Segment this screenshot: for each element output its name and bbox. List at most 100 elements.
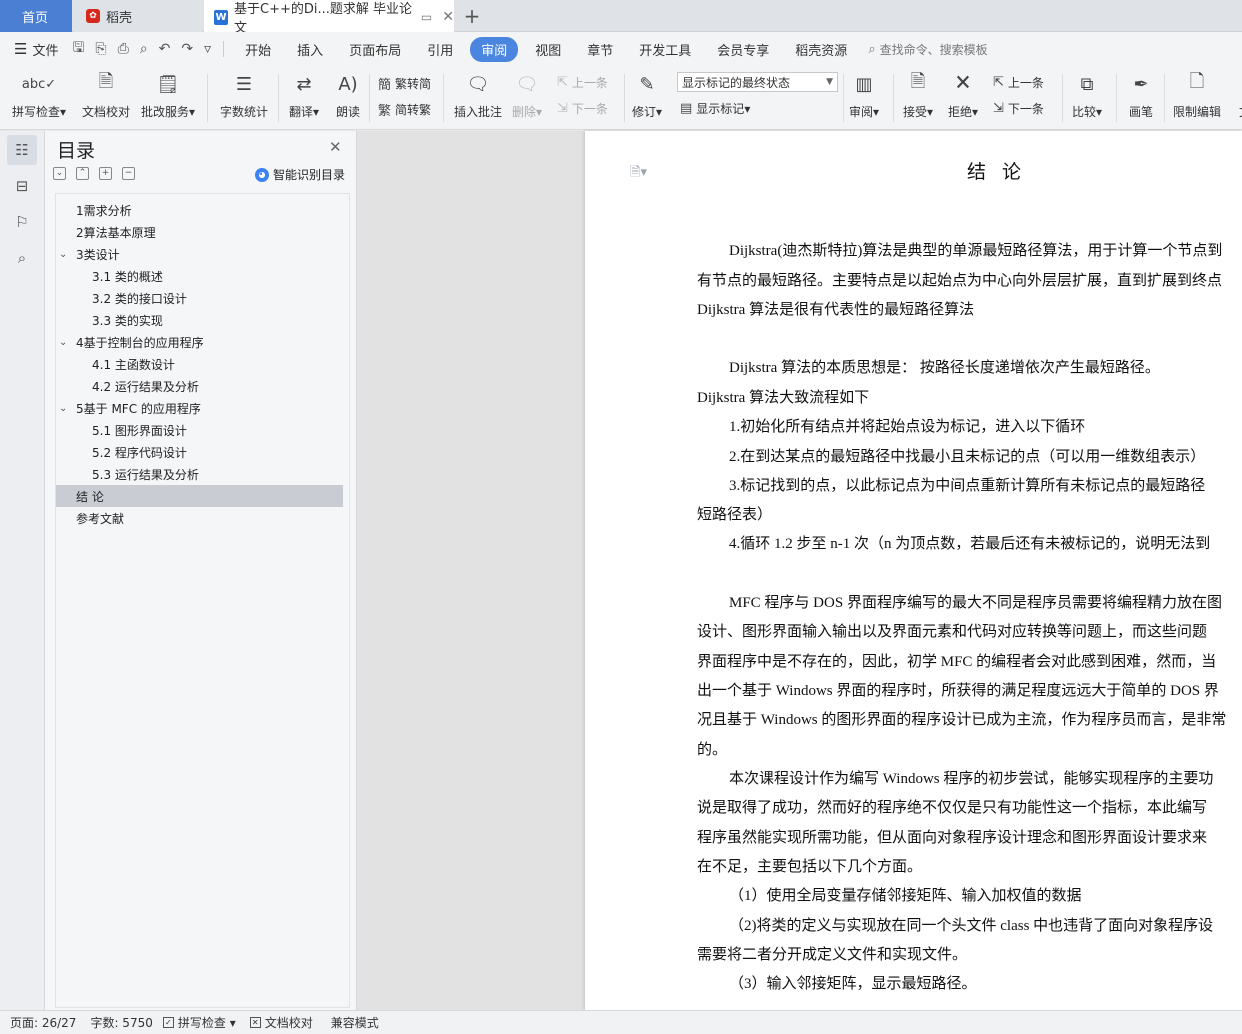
divider — [278, 74, 279, 122]
track-changes-button[interactable]: ✎ 修订▾ — [632, 70, 662, 120]
toc-item-label: 2算法基本原理 — [76, 225, 156, 240]
chevron-down-icon[interactable]: ⌄ — [59, 337, 67, 348]
toc-item[interactable]: 2算法基本原理 — [56, 221, 343, 243]
remove-heading-icon[interactable]: − — [122, 167, 135, 180]
export-pdf-icon[interactable]: ⎘ — [95, 41, 106, 57]
insert-comment-button[interactable]: 🗨 插入批注 — [454, 70, 502, 120]
add-heading-icon[interactable]: + — [99, 167, 112, 180]
toc-item[interactable]: 3.1 类的概述 — [56, 265, 343, 287]
menu-tab[interactable]: 引用 — [418, 37, 462, 62]
toc-item[interactable]: ⌄ 3类设计 — [56, 243, 343, 265]
status-spell-check[interactable]: ✓ 拼写检查 ▾ — [162, 1014, 236, 1031]
word-count-button[interactable]: ☰ 字数统计 — [220, 70, 268, 120]
menu-tab[interactable]: 审阅 — [470, 36, 519, 62]
compare-button[interactable]: ⧉ 比较▾ — [1072, 70, 1102, 120]
redo-icon[interactable]: ↷ — [181, 41, 193, 57]
pen-button[interactable]: ✒ 画笔 — [1127, 70, 1155, 120]
accept-button[interactable]: 🗎 接受▾ — [903, 70, 933, 120]
next-comment-button[interactable]: ⇲ 下一条 — [557, 100, 608, 117]
divider — [223, 41, 225, 57]
menu-tab[interactable]: 稻壳资源 — [786, 37, 856, 62]
next-change-button[interactable]: ⇲ 下一条 — [993, 100, 1044, 117]
ribbon-overflow-button[interactable]: 文 — [1231, 70, 1242, 120]
chevron-down-icon[interactable]: ⌄ — [59, 249, 67, 260]
word-count-label: 字数统计 — [220, 105, 269, 119]
toc-item[interactable]: 4.1 主函数设计 — [56, 353, 343, 375]
spell-check-button[interactable]: abc✓ 拼写检查▾ — [12, 70, 66, 120]
undo-icon[interactable]: ↶ — [159, 41, 171, 57]
toc-item[interactable]: ⌄ 5基于 MFC 的应用程序 — [56, 397, 343, 419]
close-icon[interactable]: ✕ — [329, 138, 342, 156]
menu-tab[interactable]: 视图 — [526, 37, 570, 62]
divider — [1062, 74, 1063, 122]
file-menu[interactable]: ☰ 文件 — [14, 40, 58, 59]
command-search[interactable]: ⌕ 查找命令、搜索模板 — [868, 41, 987, 58]
menu-tab[interactable]: 插入 — [288, 37, 332, 62]
chevron-down-icon[interactable]: ⌄ — [59, 403, 67, 414]
quick-access-dropdown-icon[interactable]: ▿ — [204, 41, 211, 57]
file-menu-label: 文件 — [32, 43, 59, 59]
paragraph-line: 1.初始化所有结点并将起始点设为标记，进入以下循环 — [729, 419, 1086, 435]
search-icon[interactable]: ⌕ — [7, 243, 37, 273]
toc-item[interactable]: 1需求分析 — [56, 199, 343, 221]
restrict-edit-button[interactable]: 🗋 限制编辑 — [1173, 70, 1221, 120]
tab-home[interactable]: 首页 — [0, 0, 72, 32]
read-aloud-button[interactable]: A) 朗读 — [334, 70, 362, 120]
word-count[interactable]: 字数: 5750 — [90, 1014, 152, 1031]
tab-home-label: 首页 — [22, 10, 49, 26]
reject-button[interactable]: 🗙 拒绝▾ — [948, 70, 978, 120]
review-pane-button[interactable]: ▥ 审阅▾ — [849, 70, 879, 120]
print-icon[interactable]: ⎙ — [118, 41, 129, 57]
prev-comment-button[interactable]: ⇱ 上一条 — [557, 74, 608, 91]
toc-item[interactable]: 3.2 类的接口设计 — [56, 287, 343, 309]
toc-item[interactable]: 5.1 图形界面设计 — [56, 419, 343, 441]
translate-button[interactable]: ⇄ 翻译▾ — [289, 70, 319, 120]
new-tab-button[interactable]: + — [458, 0, 486, 32]
show-markup-button[interactable]: ▤ 显示标记 ▾ — [680, 100, 750, 117]
page-menu-icon[interactable]: 🗎▾ — [630, 163, 647, 185]
menu-tab[interactable]: 开发工具 — [630, 37, 700, 62]
prev-change-button[interactable]: ⇱ 上一条 — [993, 74, 1044, 91]
toc-item[interactable]: 3.3 类的实现 — [56, 309, 343, 331]
status-spell-label: 拼写检查 — [177, 1016, 226, 1030]
menu-tab[interactable]: 会员专享 — [708, 37, 778, 62]
command-search-label: 查找命令、搜索模板 — [879, 42, 988, 57]
document-page[interactable]: 🗎▾ 结论 Dijkstra(迪杰斯特拉)算法是典型的单源最短路径算法，用于计算… — [585, 131, 1242, 1010]
close-tab-icon[interactable]: ✕ — [442, 9, 454, 25]
trad-to-simp-button[interactable]: 簡繁转简 — [378, 74, 431, 93]
expand-all-icon[interactable]: ⌃ — [76, 167, 89, 180]
menu-tab[interactable]: 开始 — [236, 37, 280, 62]
toc-icon[interactable]: ☷ — [7, 135, 37, 165]
bookmark-icon[interactable]: ⚐ — [7, 207, 37, 237]
window-mode-icon[interactable]: ▭ — [421, 10, 432, 24]
page-count[interactable]: 页面: 26/27 — [10, 1014, 76, 1031]
status-proofread[interactable]: ✕ 文档校对 — [249, 1014, 313, 1031]
print-preview-icon[interactable]: ⌕ — [140, 41, 148, 57]
toc-item[interactable]: 参考文献 — [56, 507, 343, 529]
smart-toc-button[interactable]: ◕ 智能识别目录 — [255, 166, 345, 183]
insert-comment-icon: 🗨 — [466, 73, 490, 95]
tab-daoke[interactable]: ✿ 稻壳 — [74, 0, 202, 32]
simp-to-trad-button[interactable]: 繁简转繁 — [378, 100, 431, 119]
toc-item-label: 4基于控制台的应用程序 — [76, 335, 204, 350]
document-proofread-button[interactable]: 🗎 文档校对 — [82, 70, 130, 120]
collapse-all-icon[interactable]: ⌄ — [53, 167, 66, 180]
toc-item[interactable]: 5.2 程序代码设计 — [56, 441, 343, 463]
chapter-nav-icon[interactable]: ⊟ — [7, 171, 37, 201]
chevron-down-icon: ▼ — [826, 77, 833, 87]
toc-item[interactable]: ⌄ 4基于控制台的应用程序 — [56, 331, 343, 353]
toc-item-label: 结 论 — [76, 489, 104, 504]
review-display-select[interactable]: 显示标记的最终状态 ▼ — [677, 72, 838, 92]
toc-item[interactable]: 4.2 运行结果及分析 — [56, 375, 343, 397]
annotate-service-button[interactable]: 🗒 批改服务▾ — [141, 70, 195, 120]
menu-tab[interactable]: 页面布局 — [340, 37, 410, 62]
toc-item[interactable]: 5.3 运行结果及分析 — [56, 463, 343, 485]
paragraph-line: MFC 程序与 DOS 界面程序编写的最大不同是程序员需要将编程精力放在图 — [729, 595, 1222, 611]
paragraph-line: 设计、图形界面输入输出以及界面元素和代码对应转换等问题上，而这些问题 — [697, 624, 1208, 640]
delete-comment-button[interactable]: 🗨 删除▾ — [512, 70, 542, 120]
menu-tab[interactable]: 章节 — [578, 37, 622, 62]
save-icon[interactable]: 🖫 — [72, 37, 84, 61]
tab-document[interactable]: W 基于C++的Di...题求解 毕业论文 ▭ ✕ — [204, 0, 454, 36]
toc-item[interactable]: 结 论 — [56, 485, 343, 507]
paragraph-line: （3）输入邻接矩阵，显示最短路径。 — [729, 976, 977, 992]
